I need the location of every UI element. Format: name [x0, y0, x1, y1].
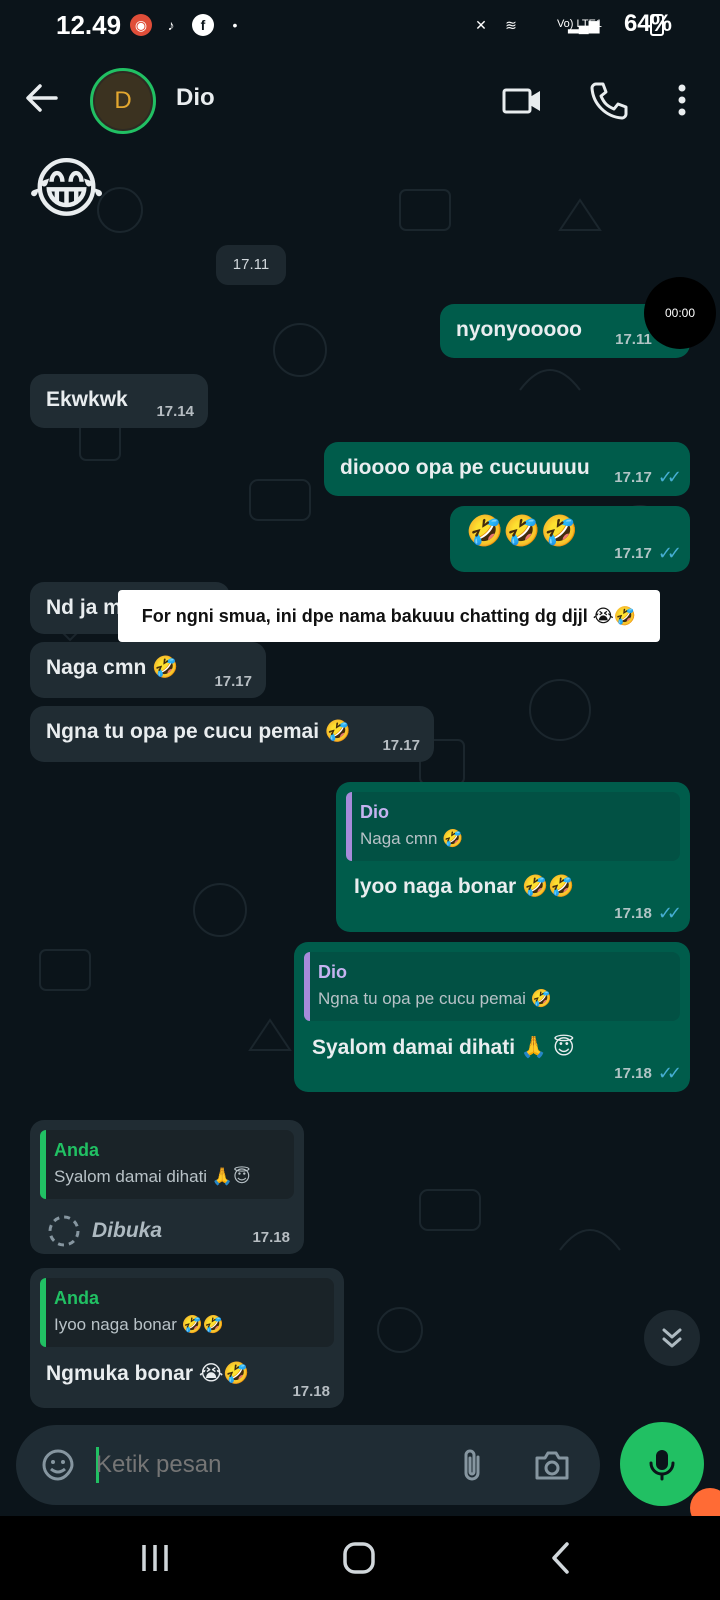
date-chip: 17.11 — [216, 245, 286, 285]
mic-button[interactable] — [620, 1422, 704, 1506]
message-bubble[interactable]: Ngna tu opa pe cucu pemai 🤣 17.17 — [30, 706, 434, 762]
recents-icon[interactable] — [130, 1536, 180, 1580]
app-notification-icon: ◉ — [130, 14, 152, 36]
message-time: 17.18 — [252, 1229, 290, 1246]
system-nav-bar — [0, 1516, 720, 1600]
message-time: 17.14 — [156, 403, 194, 420]
message-time: 17.17 — [214, 673, 252, 690]
message-time: 17.17 — [614, 469, 652, 486]
camera-icon[interactable] — [532, 1445, 572, 1485]
phone-icon[interactable] — [586, 78, 630, 122]
battery-icon — [650, 14, 664, 36]
opening-status: Dibuka — [92, 1219, 163, 1242]
quoted-message[interactable]: Dio Ngna tu opa pe cucu pemai 🤣 — [304, 952, 680, 1021]
quoted-message[interactable]: Anda Syalom damai dihati 🙏😇 — [40, 1130, 294, 1199]
avatar[interactable]: D — [90, 68, 156, 134]
message-time: 17.18 — [614, 905, 652, 922]
reply-message-bubble[interactable]: Dio Naga cmn 🤣 Iyoo naga bonar 🤣🤣 17.18 ✓… — [336, 782, 690, 932]
quote-author: Dio — [318, 962, 347, 982]
scroll-down-button[interactable] — [644, 1310, 700, 1366]
message-time: 17.17 — [614, 545, 652, 562]
back-nav-icon[interactable] — [536, 1536, 586, 1580]
dot-icon: • — [232, 17, 238, 33]
message-text: Ekwkwk — [46, 388, 128, 411]
message-text: Naga cmn 🤣 — [46, 656, 179, 679]
quote-text: Iyoo naga bonar 🤣🤣 — [54, 1315, 224, 1334]
quoted-message[interactable]: Anda Iyoo naga bonar 🤣🤣 — [40, 1278, 334, 1347]
message-bubble[interactable]: dioooo opa pe cucuuuuu 17.17 ✓✓ — [324, 442, 690, 496]
message-text: Syalom damai dihati 🙏 😇 — [312, 1036, 575, 1059]
mute-icon: ✕ — [475, 17, 487, 33]
quote-author: Anda — [54, 1140, 99, 1160]
reply-message-bubble[interactable]: Anda Iyoo naga bonar 🤣🤣 Ngmuka bonar 😭🤣 … — [30, 1268, 344, 1408]
message-bubble[interactable]: Ekwkwk 17.14 — [30, 374, 208, 428]
video-call-icon[interactable] — [500, 78, 544, 122]
status-bar: 12.49 ◉ ♪ f • ✕ ≋ Vo) LTE1 ▂▄▆ 64% — [0, 0, 720, 52]
read-ticks-icon: ✓✓ — [657, 903, 682, 923]
reply-message-bubble[interactable]: Anda Syalom damai dihati 🙏😇 Dibuka 17.18 — [30, 1120, 304, 1254]
message-text: Ngna tu opa pe cucu pemai 🤣 — [46, 720, 352, 743]
chevron-double-down-icon — [662, 1328, 682, 1348]
quote-author: Dio — [360, 802, 389, 822]
chat-header: D Dio — [0, 52, 720, 150]
quote-text: Naga cmn 🤣 — [360, 829, 464, 848]
message-text: Iyoo naga bonar 🤣🤣 — [354, 875, 575, 898]
message-time: 17.18 — [614, 1065, 652, 1082]
more-vert-icon[interactable] — [660, 78, 704, 122]
message-time: 17.18 — [292, 1383, 330, 1400]
read-ticks-icon: ✓✓ — [657, 1063, 682, 1083]
wifi-icon: ≋ — [505, 17, 517, 33]
chat-area[interactable]: 😂 17.11 nyonyooooo 17.11 ✓✓ 00:00 Ekwkwk … — [0, 150, 720, 1420]
message-text: dioooo opa pe cucuuuuu — [340, 456, 590, 479]
signal-bars-icon: ▂▄▆ — [568, 17, 600, 33]
message-text: 🤣🤣🤣 — [466, 515, 579, 548]
emoji-sticker[interactable]: 😂 — [28, 150, 105, 227]
message-time: 17.11 — [615, 331, 652, 348]
facebook-icon: f — [192, 14, 214, 36]
video-timer: 00:00 — [644, 277, 716, 349]
quote-text: Syalom damai dihati 🙏😇 — [54, 1167, 251, 1186]
loading-spinner-icon — [48, 1215, 80, 1247]
quote-text: Ngna tu opa pe cucu pemai 🤣 — [318, 989, 552, 1008]
message-text: nyonyooooo — [456, 318, 582, 341]
sticker-icon[interactable] — [38, 1445, 78, 1485]
avatar-letter: D — [95, 73, 151, 129]
status-time: 12.49 — [56, 10, 122, 40]
attach-icon[interactable] — [452, 1445, 492, 1485]
contact-name[interactable]: Dio — [176, 84, 215, 112]
message-text: Nd ja m — [46, 596, 122, 619]
home-icon[interactable] — [334, 1536, 384, 1580]
quoted-message[interactable]: Dio Naga cmn 🤣 — [346, 792, 680, 861]
read-ticks-icon: ✓✓ — [657, 467, 682, 487]
reply-message-bubble[interactable]: Dio Ngna tu opa pe cucu pemai 🤣 Syalom d… — [294, 942, 690, 1092]
message-composer — [16, 1425, 600, 1505]
mic-icon — [649, 1450, 675, 1481]
battery-level: 64% — [623, 10, 672, 37]
quote-author: Anda — [54, 1288, 99, 1308]
message-bubble[interactable]: 🤣🤣🤣 17.17 ✓✓ — [450, 506, 690, 572]
message-time: 17.17 — [382, 737, 420, 754]
message-text: Ngmuka bonar 😭🤣 — [46, 1362, 250, 1385]
read-ticks-icon: ✓✓ — [657, 543, 682, 563]
tiktok-icon: ♪ — [167, 17, 175, 33]
message-bubble[interactable]: Naga cmn 🤣 17.17 — [30, 642, 266, 698]
back-arrow-icon[interactable] — [22, 78, 62, 118]
toast-message: For ngni smua, ini dpe nama bakuuu chatt… — [118, 590, 660, 642]
message-input[interactable] — [96, 1445, 436, 1485]
